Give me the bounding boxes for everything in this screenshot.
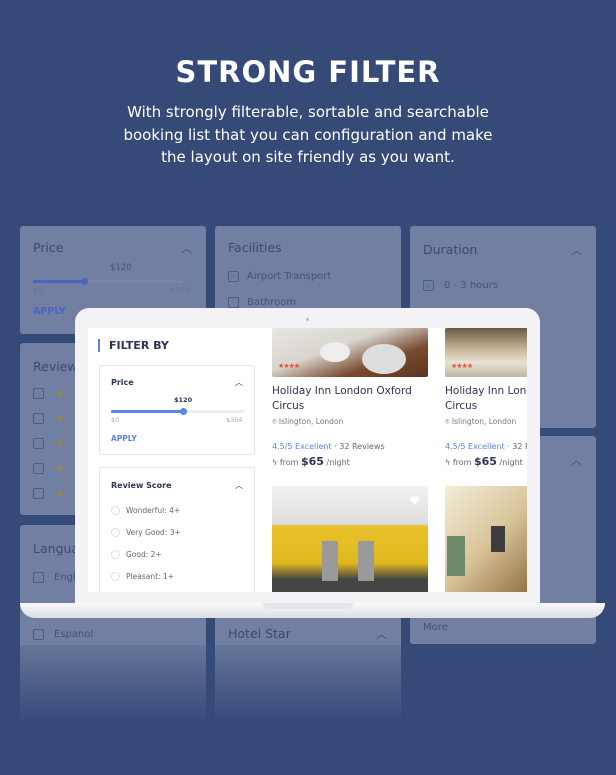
facility-label: Bathroom (247, 297, 297, 308)
heart-icon[interactable]: ♥ (409, 494, 420, 508)
hotel-stars: ★★★★ (278, 362, 300, 370)
laptop-base (20, 603, 605, 618)
review-score-card: Review Score ︿ Wonderful: 4+ Very Good: … (99, 467, 255, 592)
chevron-up-icon: ︿ (181, 242, 192, 255)
apply-button[interactable]: APPLY (111, 434, 137, 443)
radio-label: Pleasant: 1+ (126, 572, 174, 581)
bg-facilities-panel: Facilities ✓ Airport Transport Bathroom (215, 226, 401, 316)
hotel-stars: ★★★★ (451, 362, 473, 370)
hotel-photo[interactable]: ★★★★ (272, 328, 428, 377)
camera-icon (306, 318, 309, 321)
star-icon: ★ (54, 436, 65, 450)
radio-good[interactable] (111, 550, 120, 559)
radio-label: Good: 2+ (126, 550, 162, 559)
page-title: STRONG FILTER (175, 55, 441, 89)
filter-title: Price (111, 378, 134, 387)
chevron-up-icon[interactable]: ︿ (235, 480, 243, 491)
hotel-rating: 4.5/5 Excellent · 32 Reviews (445, 442, 527, 451)
hotel-price: ϟ from $65 /night (445, 455, 523, 468)
hotel-location: ⌾ Islington, London (445, 417, 517, 426)
star-icon: ★ (54, 411, 65, 425)
radio-very-good[interactable] (111, 528, 120, 537)
apply-button: APPLY (33, 306, 66, 317)
filter-by-heading: FILTER BY (98, 339, 169, 352)
price-min: $0 (33, 286, 44, 295)
subtitle-line: the layout on site friendly as you want. (161, 148, 455, 166)
chevron-up-icon: ︿ (571, 454, 582, 467)
panel-title: Price (33, 240, 64, 255)
radio-label: Wonderful: 4+ (126, 506, 181, 515)
hotel-price: ϟ from $65 /night (272, 455, 350, 468)
duration-label: 0 - 3 hours (444, 280, 498, 291)
facility-label: Airport Transport (247, 271, 332, 282)
laptop-screen: FILTER BY Price ︿ $120 $0 $354 APPLY Rev… (88, 328, 527, 592)
more-link: More (423, 622, 448, 633)
location-pin-icon: ⌾ (445, 417, 452, 426)
hotel-name[interactable]: Holiday Inn London OxfordCircus (445, 384, 527, 414)
star-icon: ★ (54, 486, 65, 500)
checkbox-checked: ✓ (423, 280, 434, 291)
subtitle-line: With strongly filterable, sortable and s… (127, 103, 489, 121)
checkbox (228, 297, 239, 308)
price-slider[interactable] (111, 408, 244, 415)
hotel-photo[interactable]: ★★★★ (445, 328, 527, 377)
chevron-up-icon: ︿ (376, 628, 387, 641)
price-filter-card: Price ︿ $120 $0 $354 APPLY (99, 365, 255, 455)
language-label: Espanol (54, 629, 94, 640)
panel-title: Langua (33, 541, 80, 556)
hotel-photo[interactable] (445, 486, 527, 592)
panel-title: Review (33, 359, 78, 374)
hotel-rating: 4.5/5 Excellent · 32 Reviews (272, 442, 385, 451)
hotel-photo[interactable]: ♥ (272, 486, 428, 592)
hotel-location: ⌾ Islington, London (272, 417, 344, 426)
chevron-up-icon[interactable]: ︿ (235, 377, 243, 388)
price-value: $120 (110, 263, 132, 273)
fade-overlay (0, 645, 616, 775)
panel-title: Duration (423, 242, 478, 257)
price-max: $354 (226, 416, 243, 424)
price-max: $354 (170, 286, 191, 295)
subtitle-line: booking list that you can configuration … (123, 125, 493, 144)
slider-handle[interactable] (179, 408, 187, 415)
radio-wonderful[interactable] (111, 506, 120, 515)
price-value: $120 (174, 396, 193, 404)
location-pin-icon: ⌾ (272, 417, 279, 426)
lightning-icon: ϟ (272, 458, 280, 467)
radio-pleasant[interactable] (111, 572, 120, 581)
lightning-icon: ϟ (445, 458, 453, 467)
panel-title: Facilities (228, 240, 282, 255)
hotel-name[interactable]: Holiday Inn London OxfordCircus (272, 384, 412, 414)
chevron-up-icon: ︿ (571, 244, 582, 257)
panel-title: Hotel Star (228, 626, 291, 641)
language-label: Engl (54, 572, 76, 583)
radio-label: Very Good: 3+ (126, 528, 181, 537)
price-min: $0 (111, 416, 120, 424)
filter-title: Review Score (111, 481, 172, 490)
star-icon: ★ (54, 386, 65, 400)
page-subtitle: With strongly filterable, sortable and s… (100, 101, 516, 169)
star-icon: ★ (54, 461, 65, 475)
checkbox-checked: ✓ (228, 271, 239, 282)
